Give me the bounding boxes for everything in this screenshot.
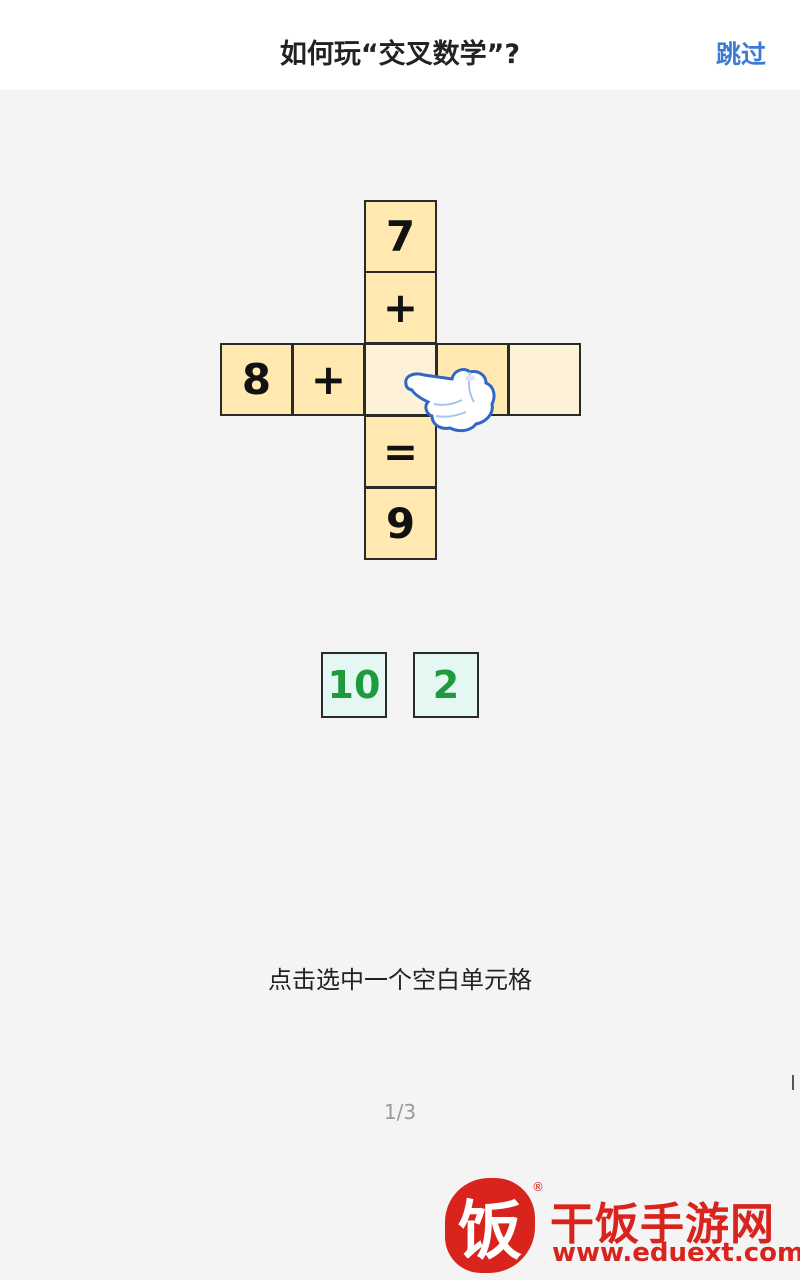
watermark: 饭 ® 干饭手游网 www.eduext.com: [440, 1170, 800, 1280]
brand-url: www.eduext.com: [552, 1238, 800, 1268]
brand-logo: 饭: [445, 1178, 535, 1273]
cell-h5-empty[interactable]: [508, 343, 581, 416]
cell-center-empty[interactable]: [364, 343, 437, 416]
cell-h2: +: [292, 343, 365, 416]
choice-tile-2[interactable]: 2: [413, 652, 479, 718]
cell-v1: 7: [364, 200, 437, 273]
cell-v4: =: [364, 415, 437, 488]
choice-tile-1[interactable]: 10: [321, 652, 387, 718]
edge-marker: [792, 1075, 800, 1090]
cell-v5: 9: [364, 487, 437, 560]
cell-h1: 8: [220, 343, 293, 416]
page-indicator: 1/3: [383, 1100, 417, 1124]
instruction-text: 点击选中一个空白单元格: [268, 966, 532, 994]
cell-h4[interactable]: [436, 343, 509, 416]
registered-mark: ®: [532, 1180, 544, 1194]
puzzle-grid: 7 + = 9 8 +: [0, 0, 800, 600]
cell-v2: +: [364, 271, 437, 344]
